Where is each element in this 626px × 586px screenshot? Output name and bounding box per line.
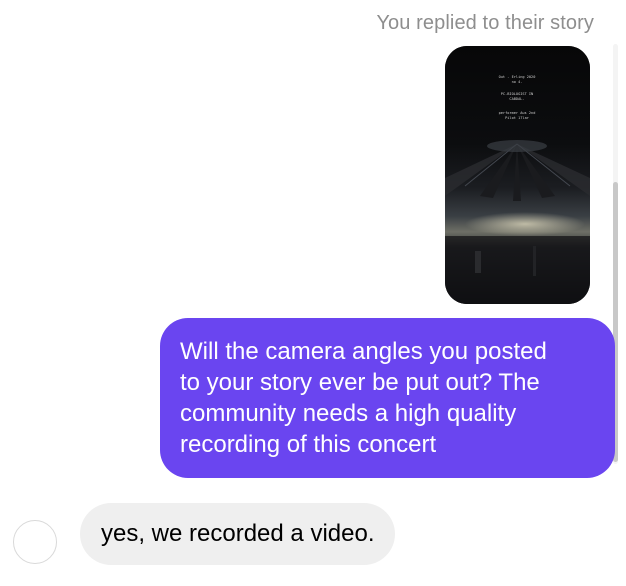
story-text-line-2: no 4. <box>512 80 523 84</box>
received-message-bubble[interactable]: yes, we recorded a video. <box>80 503 396 565</box>
story-text-line-4: CABDAL. <box>509 97 524 101</box>
story-text-line-5: performer Aus 2nd <box>499 111 536 115</box>
story-thumbnail[interactable]: Out - Erling 2020 no 4. PC-BIOLOGIST IN … <box>445 46 590 304</box>
sent-message-bubble[interactable]: Will the camera angles you posted to you… <box>160 318 615 478</box>
avatar[interactable] <box>13 520 57 564</box>
chat-thread: You replied to their story Out - Erling … <box>0 0 626 586</box>
story-image: Out - Erling 2020 no 4. PC-BIOLOGIST IN … <box>445 46 590 304</box>
story-text-line-1: Out - Erling 2020 <box>499 75 536 79</box>
story-text-line-6: Pilot 17lar <box>505 116 530 120</box>
story-text-line-3: PC-BIOLOGIST IN <box>501 92 533 96</box>
story-reply-caption: You replied to their story <box>376 12 594 34</box>
